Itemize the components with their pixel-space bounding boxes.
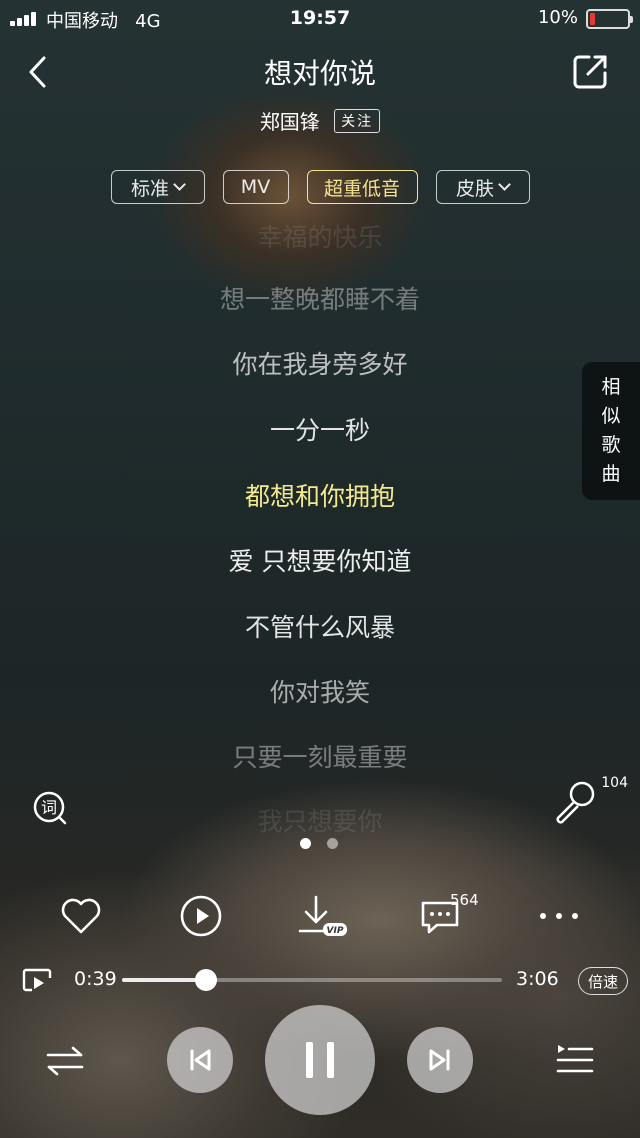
- next-icon: [429, 1049, 450, 1071]
- previous-button[interactable]: [167, 1027, 233, 1093]
- download-icon[interactable]: VIP: [296, 893, 350, 939]
- shuffle-icon[interactable]: [45, 1044, 85, 1078]
- karaoke-count: 104: [601, 775, 628, 791]
- heart-icon[interactable]: [58, 893, 104, 939]
- microphone-icon[interactable]: [552, 780, 602, 824]
- bass-boost-chip[interactable]: 超重低音: [306, 170, 418, 204]
- next-button[interactable]: [407, 1027, 473, 1093]
- pause-button[interactable]: [265, 1005, 375, 1115]
- status-bar: 中国移动 4G 19:57 10%: [0, 0, 640, 36]
- svg-text:词: 词: [41, 798, 57, 817]
- more-icon[interactable]: [536, 893, 582, 939]
- lyric-line: 爱 只想要你知道: [228, 547, 412, 576]
- lyric-line: 幸福的快乐: [257, 223, 383, 252]
- cast-icon[interactable]: [22, 966, 52, 994]
- current-lyric-line: 都想和你拥抱: [244, 482, 395, 511]
- progress-bar[interactable]: [122, 969, 502, 991]
- follow-button[interactable]: 关注: [334, 108, 381, 133]
- lyric-line: 不管什么风暴: [244, 613, 395, 642]
- current-time: 0:39: [74, 968, 117, 990]
- lyric-line: 一分一秒: [269, 416, 370, 445]
- vip-badge: VIP: [327, 926, 344, 936]
- skin-chip[interactable]: 皮肤: [435, 170, 530, 204]
- progress-knob[interactable]: [194, 969, 217, 991]
- comment-count: 564: [450, 891, 479, 909]
- artist-name[interactable]: 郑国锋: [260, 110, 320, 134]
- option-chips: 标准 MV 超重低音 皮肤: [0, 170, 640, 204]
- page-dot[interactable]: [327, 838, 338, 849]
- battery-icon: [586, 9, 633, 29]
- quality-chip[interactable]: 标准: [110, 170, 205, 204]
- chevron-down-icon: [498, 178, 511, 191]
- lyric-line: 只要一刻最重要: [232, 743, 408, 772]
- lyric-search-icon[interactable]: 词: [32, 790, 68, 826]
- page-indicator: [300, 838, 344, 850]
- lyric-line: 我只想要你: [257, 807, 383, 836]
- lyric-line: 你在我身旁多好: [232, 350, 408, 379]
- video-icon[interactable]: [178, 893, 224, 939]
- playlist-icon[interactable]: [555, 1042, 595, 1078]
- mv-chip[interactable]: MV: [222, 170, 289, 204]
- pause-icon: [306, 1042, 334, 1078]
- speed-button[interactable]: 倍速: [578, 967, 628, 995]
- lyric-line: 你对我笑: [269, 678, 370, 707]
- total-time: 3:06: [516, 968, 559, 990]
- song-title: 想对你说: [263, 57, 376, 90]
- battery-percent: 10%: [537, 7, 578, 28]
- share-icon[interactable]: [572, 52, 610, 90]
- artist-row: 郑国锋 关注: [0, 106, 640, 135]
- similar-songs-tab[interactable]: 相 似 歌 曲: [582, 362, 640, 500]
- lyric-line: 想一整晚都睡不着: [219, 285, 420, 314]
- previous-icon: [190, 1049, 211, 1071]
- chevron-down-icon: [173, 178, 186, 191]
- page-dot[interactable]: [300, 838, 311, 849]
